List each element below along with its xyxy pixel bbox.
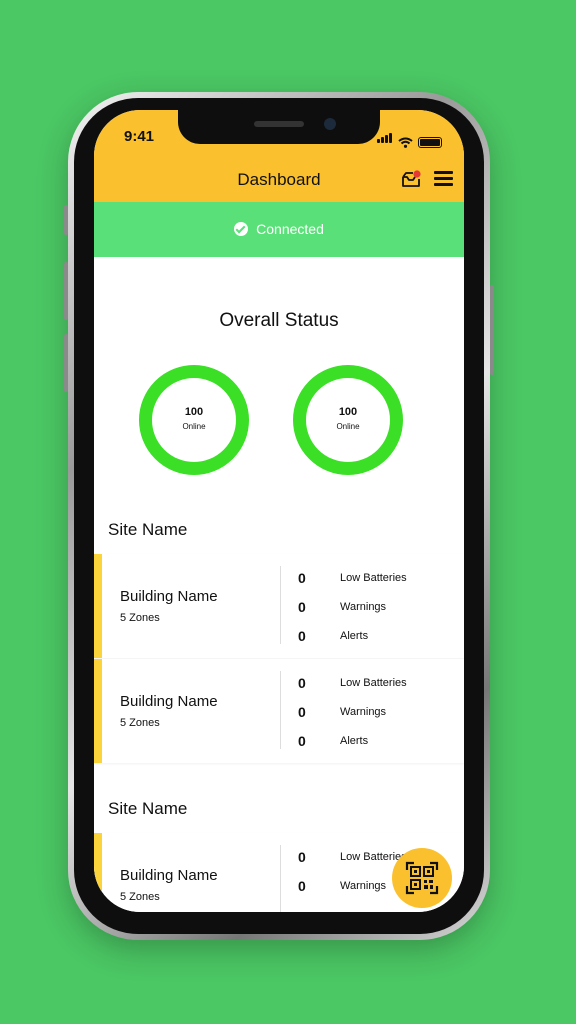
notification-badge [413,170,421,178]
status-ring: 100 Online [139,365,249,475]
status-time: 9:41 [124,128,155,145]
qr-code-icon [405,861,439,895]
volume-down-button [64,334,68,392]
menu-icon[interactable] [434,171,453,187]
building-name: Building Name [120,693,218,710]
card-divider [280,566,281,644]
check-circle-icon [234,222,249,236]
building-zones: 5 Zones [120,717,160,729]
power-button [490,285,494,375]
camera [324,118,336,130]
building-card[interactable]: Building Name 5 Zones 0 Low Batteries 0 … [94,659,464,763]
battery-icon [418,137,442,148]
volume-up-button [64,262,68,320]
card-divider [280,845,281,912]
status-icons [377,130,442,148]
connection-banner: Connected [94,202,464,257]
ring-value: 100 [184,406,204,418]
building-name: Building Name [120,588,218,605]
building-zones: 5 Zones [120,612,160,624]
speaker [254,121,304,127]
signal-icon [377,130,393,148]
notch [178,110,380,144]
inbox-icon[interactable] [401,170,421,188]
building-card[interactable]: Building Name 5 Zones 0 Low Batteries 0 … [94,554,464,658]
silent-switch [64,205,68,235]
building-zones: 5 Zones [120,891,160,903]
qr-scan-button[interactable] [392,848,452,908]
ring-value: 100 [338,406,358,418]
site-name-heading: Site Name [108,520,188,539]
status-ring: 100 Online [293,365,403,475]
app-screen: 9:41 Dashboard Connected Overall Status … [94,110,464,912]
ring-label: Online [336,422,360,431]
card-divider [280,671,281,749]
overall-status-title: Overall Status [219,310,339,331]
wifi-icon [398,137,413,148]
ring-label: Online [182,422,206,431]
app-header: 9:41 Dashboard [94,110,464,202]
connection-status-text: Connected [256,221,324,237]
building-name: Building Name [120,867,218,884]
site-name-heading: Site Name [108,799,188,818]
